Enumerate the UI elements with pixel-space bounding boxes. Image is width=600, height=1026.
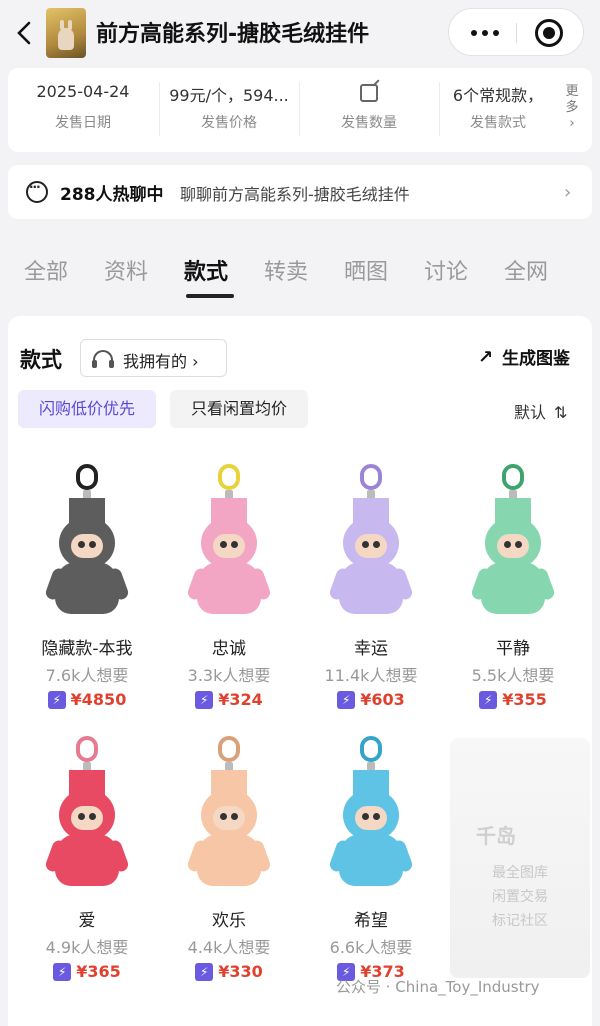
flash-sale-icon: ⚡	[47, 691, 66, 709]
owned-filter-button[interactable]: 我拥有的 ›	[80, 339, 227, 377]
more-info-button[interactable]: 更多 ›	[560, 84, 584, 132]
product-name: 欢乐	[212, 911, 246, 931]
styles-panel: 款式 我拥有的 › 生成图鉴 闪购低价优先 只看闲置均价 默认⇅ 隐藏款-本我 7…	[8, 316, 592, 1026]
chevron-right-icon: ›	[564, 182, 572, 203]
release-info-card: 2025-04-24 发售日期 99元/个，594... 发售价格 发售数量 6…	[8, 68, 592, 152]
product-name: 平静	[496, 639, 530, 659]
want-count: 4.9k人想要	[45, 938, 129, 957]
product-card[interactable]: 欢乐 4.4k人想要 ⚡ ¥330	[158, 736, 300, 996]
mini-program-capsule	[448, 8, 584, 56]
tab-all[interactable]: 全部	[24, 254, 68, 286]
product-card[interactable]: 爱 4.9k人想要 ⚡ ¥365	[16, 736, 158, 996]
more-options-icon[interactable]	[467, 23, 503, 43]
page-title: 前方高能系列-搪胶毛绒挂件	[96, 22, 370, 47]
product-card[interactable]: 隐藏款-本我 7.6k人想要 ⚡ ¥4850	[16, 464, 158, 724]
tab-bar: 全部 资料 款式 转卖 晒图 讨论 全网	[0, 248, 600, 298]
chat-count: 288人热聊中	[60, 185, 164, 205]
product-image	[43, 464, 131, 624]
tab-web[interactable]: 全网	[504, 254, 548, 286]
product-image	[185, 464, 273, 624]
headphones-icon	[92, 350, 114, 368]
section-title: 款式	[20, 348, 62, 372]
chat-banner[interactable]: 288人热聊中 聊聊前方高能系列-搪胶毛绒挂件 ›	[8, 165, 592, 219]
product-name: 忠诚	[212, 639, 246, 659]
product-card[interactable]: 幸运 11.4k人想要 ⚡ ¥603	[300, 464, 442, 724]
release-quantity[interactable]: 发售数量	[300, 68, 438, 152]
want-count: 5.5k人想要	[471, 666, 555, 685]
top-bar: 前方高能系列-搪胶毛绒挂件	[0, 0, 600, 68]
want-count: 3.3k人想要	[187, 666, 271, 685]
watermark: 千岛 最全图库 闲置交易 标记社区	[450, 738, 590, 978]
product-price: ⚡ ¥4850	[16, 690, 158, 709]
release-date: 2025-04-24 发售日期	[36, 82, 130, 131]
active-tab-indicator	[186, 294, 234, 298]
flash-sale-icon: ⚡	[195, 691, 214, 709]
tab-resale[interactable]: 转卖	[264, 254, 308, 286]
product-name: 幸运	[354, 639, 388, 659]
share-icon	[478, 347, 496, 368]
tab-styles[interactable]: 款式	[184, 254, 228, 286]
release-price: 99元/个，594... 发售价格	[169, 86, 289, 131]
product-image	[327, 736, 415, 896]
watermark-logo: 千岛	[476, 824, 516, 848]
flash-sale-icon: ⚡	[479, 691, 498, 709]
idle-average-filter[interactable]: 只看闲置均价	[170, 390, 308, 428]
product-price: ⚡ ¥355	[442, 690, 584, 709]
series-thumbnail	[46, 8, 86, 58]
tab-discussion[interactable]: 讨论	[424, 254, 468, 286]
footer-credit: 公众号 · China_Toy_Industry	[336, 978, 540, 996]
generate-catalog-button[interactable]: 生成图鉴	[478, 344, 570, 369]
sort-button[interactable]: 默认 ⇅	[514, 399, 567, 423]
product-price: ⚡ ¥603	[300, 690, 442, 709]
chevron-right-icon: ›	[569, 116, 575, 131]
product-card[interactable]: 希望 6.6k人想要 ⚡ ¥373	[300, 736, 442, 996]
product-price: ⚡ ¥365	[16, 962, 158, 981]
chat-text: 聊聊前方高能系列-搪胶毛绒挂件	[180, 185, 410, 204]
product-image	[185, 736, 273, 896]
want-count: 11.4k人想要	[324, 666, 418, 685]
product-name: 希望	[354, 911, 388, 931]
tab-info[interactable]: 资料	[104, 254, 148, 286]
product-card[interactable]: 忠诚 3.3k人想要 ⚡ ¥324	[158, 464, 300, 724]
product-name: 爱	[78, 911, 96, 931]
back-button[interactable]	[12, 20, 36, 46]
sort-icon: ⇅	[554, 403, 568, 422]
chat-bubble-icon	[26, 180, 48, 203]
want-count: 4.4k人想要	[187, 938, 271, 957]
flash-sale-icon: ⚡	[53, 963, 72, 981]
flash-low-price-filter[interactable]: 闪购低价优先	[18, 390, 156, 428]
flash-sale-icon: ⚡	[195, 963, 214, 981]
product-image	[469, 464, 557, 624]
back-icon	[17, 21, 31, 45]
tab-photos[interactable]: 晒图	[344, 254, 388, 286]
release-styles: 6个常规款， 发售款式	[452, 86, 544, 131]
product-image	[43, 736, 131, 896]
product-image	[327, 464, 415, 624]
edit-icon	[360, 84, 378, 102]
flash-sale-icon: ⚡	[337, 691, 356, 709]
want-count: 7.6k人想要	[45, 666, 129, 685]
product-price: ⚡ ¥324	[158, 690, 300, 709]
want-count: 6.6k人想要	[329, 938, 413, 957]
product-card[interactable]: 平静 5.5k人想要 ⚡ ¥355	[442, 464, 584, 724]
product-name: 隐藏款-本我	[41, 639, 133, 659]
close-miniprogram-icon[interactable]	[535, 19, 563, 47]
product-price: ⚡ ¥330	[158, 962, 300, 981]
